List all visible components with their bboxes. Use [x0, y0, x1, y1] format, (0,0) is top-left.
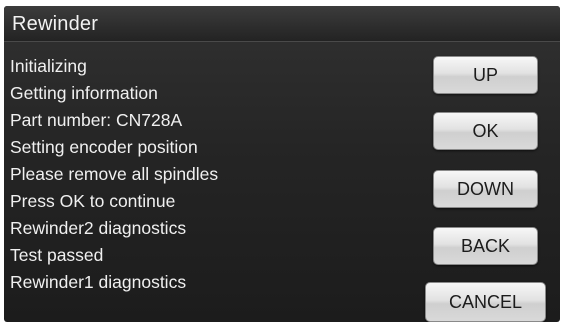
- message-line: Getting information: [10, 83, 158, 103]
- message-line: Setting encoder position: [10, 137, 198, 157]
- message-line: Rewinder2 diagnostics: [10, 218, 187, 238]
- message-line: Part number: CN728A: [10, 110, 183, 130]
- message-line: Test passed: [10, 245, 104, 265]
- cancel-button[interactable]: CANCEL: [425, 282, 546, 322]
- screen: Rewinder Initializing Getting informatio…: [0, 0, 564, 323]
- up-button[interactable]: UP: [433, 56, 538, 94]
- back-button[interactable]: BACK: [433, 227, 538, 265]
- message-line: Initializing: [10, 56, 87, 76]
- rewinder-panel: Rewinder Initializing Getting informatio…: [4, 6, 560, 322]
- message-log: Initializing Getting information Part nu…: [10, 56, 218, 299]
- ok-button[interactable]: OK: [433, 112, 538, 150]
- message-line: Press OK to continue: [10, 191, 176, 211]
- window-title: Rewinder: [12, 13, 99, 35]
- down-button[interactable]: DOWN: [433, 170, 538, 208]
- message-line: Please remove all spindles: [10, 164, 219, 184]
- message-line: Rewinder1 diagnostics: [10, 272, 187, 292]
- title-bar: Rewinder: [4, 6, 560, 42]
